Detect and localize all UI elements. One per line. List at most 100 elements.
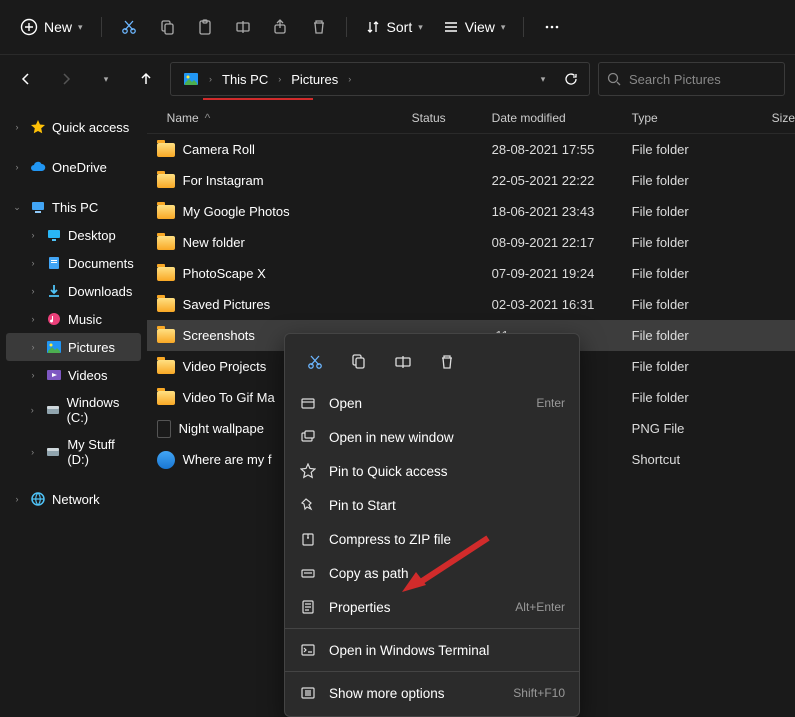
newwin-icon	[299, 428, 317, 446]
sidebar-item-network[interactable]: ›Network	[6, 485, 141, 513]
ctx-properties[interactable]: PropertiesAlt+Enter	[285, 590, 579, 624]
file-row[interactable]: Saved Pictures02-03-2021 16:31File folde…	[147, 289, 795, 320]
column-type[interactable]: Type	[632, 111, 772, 125]
sidebar-item-label: Quick access	[52, 120, 129, 135]
address-root-icon[interactable]	[177, 68, 205, 90]
sort-button[interactable]: Sort ▾	[357, 13, 431, 41]
sidebar-item-this-pc[interactable]: ⌄ This PC	[6, 193, 141, 221]
search-input[interactable]: Search Pictures	[598, 62, 785, 96]
annotation-underline	[203, 98, 313, 100]
expand-icon[interactable]: ›	[10, 494, 24, 504]
chevron-right-icon[interactable]: ›	[346, 74, 353, 84]
folder-icon	[157, 236, 175, 250]
sidebar-item-label: This PC	[52, 200, 98, 215]
refresh-button[interactable]	[559, 67, 583, 91]
file-row[interactable]: My Google Photos18-06-2021 23:43File fol…	[147, 196, 795, 227]
expand-icon[interactable]: ⌄	[10, 202, 24, 213]
ctx-rename-button[interactable]	[387, 348, 419, 376]
folder-icon	[157, 391, 175, 405]
recent-button[interactable]: ▾	[90, 63, 122, 95]
address-seg-thispc[interactable]: This PC	[216, 69, 274, 90]
column-date[interactable]: Date modified	[492, 111, 632, 125]
column-name[interactable]: Name^	[167, 111, 412, 125]
sidebar-item-documents[interactable]: ›Documents	[6, 249, 141, 277]
file-icon	[157, 420, 171, 438]
address-bar[interactable]: › This PC › Pictures › ▾	[170, 62, 590, 96]
sidebar-item-windows-c-[interactable]: ›Windows (C:)	[6, 389, 141, 431]
copy-button[interactable]	[150, 12, 184, 42]
file-row[interactable]: PhotoScape X07-09-2021 19:24File folder	[147, 258, 795, 289]
expand-icon[interactable]: ›	[26, 342, 40, 352]
desktop-icon	[46, 227, 62, 243]
forward-button[interactable]	[50, 63, 82, 95]
file-name: Video Projects	[183, 359, 267, 374]
ctx-pin-to-quick-access[interactable]: Pin to Quick access	[285, 454, 579, 488]
cut-button[interactable]	[112, 12, 146, 42]
file-date: 07-09-2021 19:24	[492, 266, 632, 281]
sidebar-item-desktop[interactable]: ›Desktop	[6, 221, 141, 249]
file-row[interactable]: New folder08-09-2021 22:17File folder	[147, 227, 795, 258]
separator	[101, 17, 102, 37]
view-button[interactable]: View ▾	[435, 13, 514, 41]
delete-button[interactable]	[302, 12, 336, 42]
share-button[interactable]	[264, 12, 298, 42]
ctx-copy-button[interactable]	[343, 348, 375, 376]
file-date: 22-05-2021 22:22	[492, 173, 632, 188]
expand-icon[interactable]: ›	[26, 447, 39, 457]
ctx-copy-as-path[interactable]: Copy as path	[285, 556, 579, 590]
column-size[interactable]: Size	[772, 111, 795, 125]
sort-label: Sort	[387, 19, 413, 35]
expand-icon[interactable]: ›	[26, 314, 40, 324]
sidebar: ›Quick access›OneDrive⌄This PC›Desktop›D…	[0, 103, 147, 711]
ctx-open-in-new-window[interactable]: Open in new window	[285, 420, 579, 454]
ctx-pin-to-start[interactable]: Pin to Start	[285, 488, 579, 522]
sidebar-item-music[interactable]: ›Music	[6, 305, 141, 333]
new-label: New	[44, 19, 72, 35]
expand-icon[interactable]: ›	[26, 370, 40, 380]
sidebar-item-onedrive[interactable]: ›OneDrive	[6, 153, 141, 181]
expand-icon[interactable]: ›	[10, 122, 24, 132]
ctx-item-label: Pin to Quick access	[329, 464, 565, 479]
back-button[interactable]	[10, 63, 42, 95]
sidebar-item-quick-access[interactable]: › Quick access	[6, 113, 141, 141]
up-button[interactable]	[130, 63, 162, 95]
file-row[interactable]: For Instagram22-05-2021 22:22File folder	[147, 165, 795, 196]
sidebar-item-videos[interactable]: ›Videos	[6, 361, 141, 389]
pic-icon	[46, 339, 62, 355]
file-name: Where are my f	[183, 452, 272, 467]
expand-icon[interactable]: ›	[26, 258, 40, 268]
ctx-open-in-windows-terminal[interactable]: Open in Windows Terminal	[285, 633, 579, 667]
more-button[interactable]	[534, 13, 570, 41]
file-name: Camera Roll	[183, 142, 255, 157]
column-status[interactable]: Status	[412, 111, 492, 125]
context-separator	[285, 671, 579, 672]
folder-icon	[157, 267, 175, 281]
sidebar-item-my-stuff-d-[interactable]: ›My Stuff (D:)	[6, 431, 141, 473]
ctx-cut-button[interactable]	[299, 348, 331, 376]
rename-button[interactable]	[226, 12, 260, 42]
ctx-show-more-options[interactable]: Show more optionsShift+F10	[285, 676, 579, 710]
ctx-open[interactable]: OpenEnter	[285, 386, 579, 420]
pinstart-icon	[299, 496, 317, 514]
chevron-right-icon[interactable]: ›	[207, 74, 214, 84]
expand-icon[interactable]: ›	[26, 286, 40, 296]
expand-icon[interactable]: ›	[10, 162, 24, 172]
new-button[interactable]: New ▾	[12, 12, 91, 42]
net-icon	[30, 491, 46, 507]
file-name: New folder	[183, 235, 245, 250]
copypath-icon	[299, 564, 317, 582]
ctx-delete-button[interactable]	[431, 348, 463, 376]
file-row[interactable]: Camera Roll28-08-2021 17:55File folder	[147, 134, 795, 165]
context-separator	[285, 628, 579, 629]
more-icon	[299, 684, 317, 702]
sort-arrow-icon: ^	[205, 111, 211, 125]
ctx-compress-to-zip-file[interactable]: Compress to ZIP file	[285, 522, 579, 556]
address-seg-pictures[interactable]: Pictures	[285, 69, 344, 90]
expand-icon[interactable]: ›	[26, 405, 39, 415]
paste-button[interactable]	[188, 12, 222, 42]
expand-icon[interactable]: ›	[26, 230, 40, 240]
sidebar-item-downloads[interactable]: ›Downloads	[6, 277, 141, 305]
address-dropdown[interactable]: ▾	[531, 67, 555, 91]
sidebar-item-pictures[interactable]: ›Pictures	[6, 333, 141, 361]
chevron-right-icon[interactable]: ›	[276, 74, 283, 84]
